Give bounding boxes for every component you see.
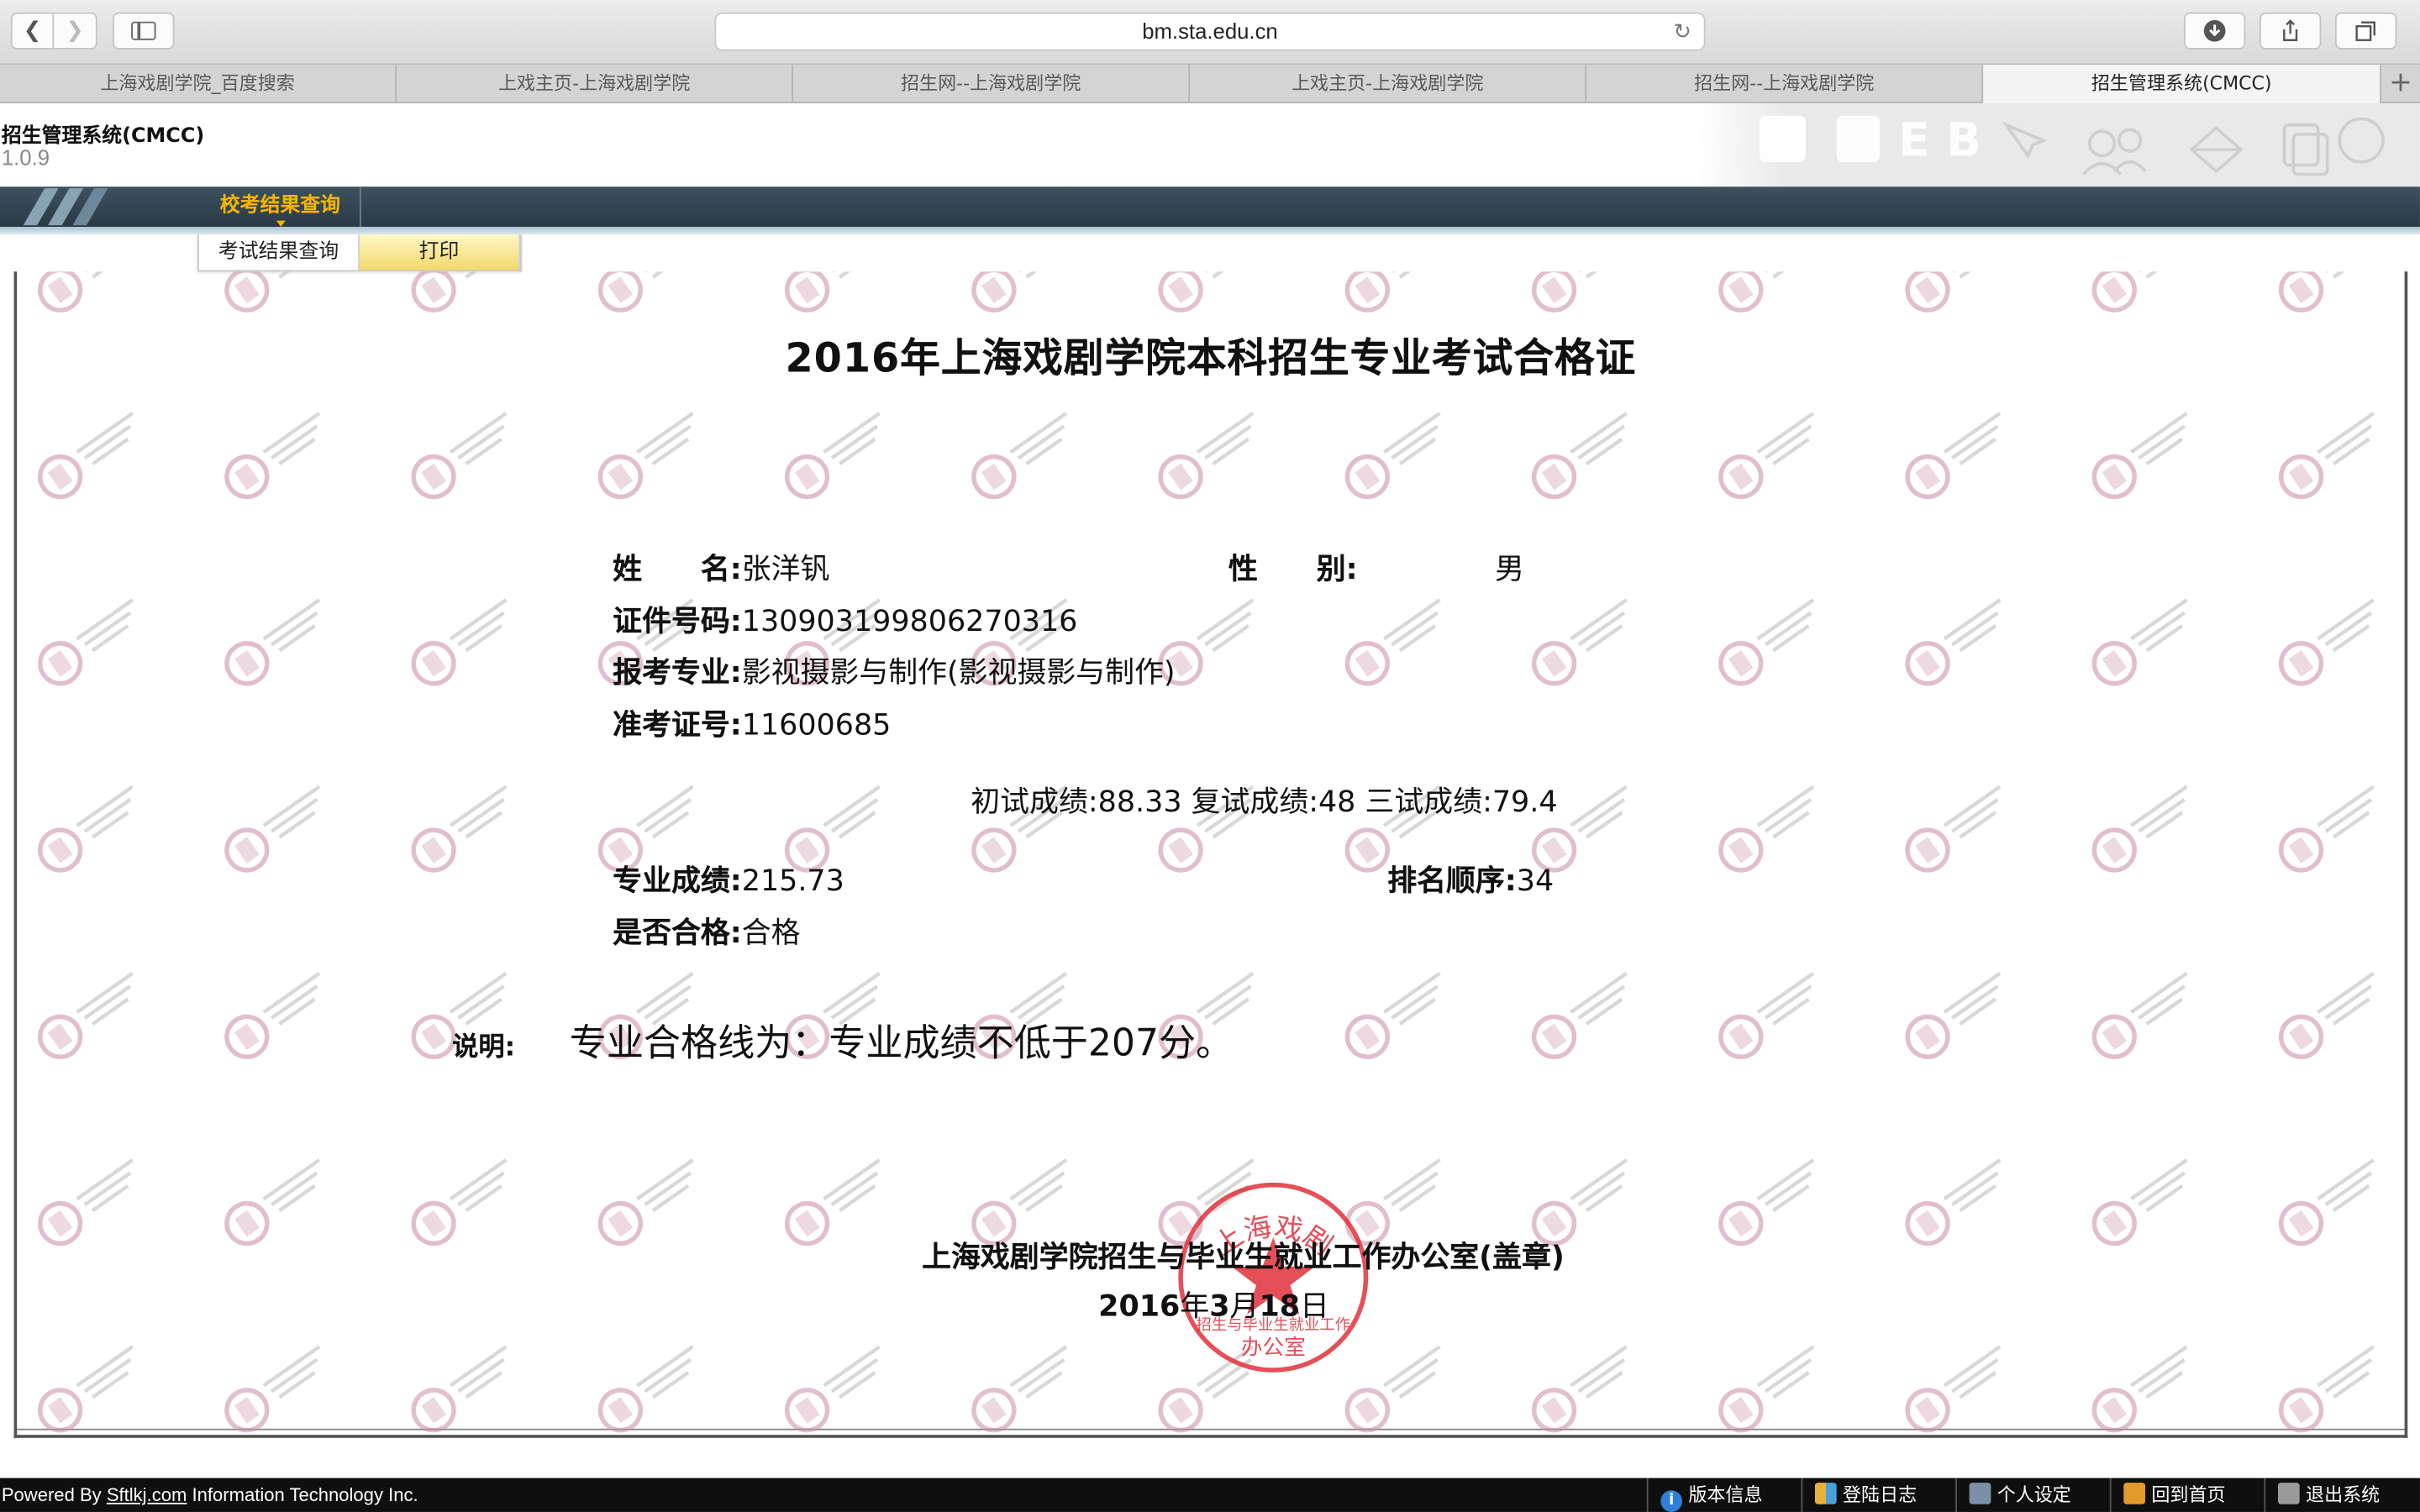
footer-bar: Powered By Sftlkj.com Information Techno… bbox=[0, 1478, 2420, 1512]
ticket-label: 准考证号: bbox=[613, 708, 742, 743]
url-text: bm.sta.edu.cn bbox=[1142, 18, 1278, 44]
new-tab-button[interactable]: + bbox=[2381, 65, 2420, 103]
share-icon bbox=[2283, 19, 2298, 41]
main-nav-bar: 校考结果查询 bbox=[0, 186, 2420, 227]
tab-bar: 上海戏剧学院_百度搜索 上戏主页-上海戏剧学院 招生网--上海戏剧学院 上戏主页… bbox=[0, 65, 2420, 104]
date-day-unit: 日 bbox=[1300, 1289, 1329, 1324]
rank-row: 排名顺序:34 bbox=[1387, 858, 1554, 900]
major-row: 报考专业:影视摄影与制作(影视摄影与制作) bbox=[613, 649, 1175, 691]
home-button[interactable]: 回到首页 bbox=[2109, 1478, 2226, 1512]
id-row: 证件号码:130903199806270316 bbox=[613, 599, 1077, 641]
date-month-unit: 月 bbox=[1229, 1289, 1260, 1324]
reload-icon[interactable]: ↻ bbox=[1673, 14, 1691, 50]
date-day: 18 bbox=[1259, 1289, 1301, 1324]
id-value: 130903199806270316 bbox=[741, 604, 1078, 639]
subnav-print[interactable]: 打印 bbox=[359, 234, 520, 270]
name-label: 姓 名: bbox=[613, 552, 742, 586]
ticket-value: 11600685 bbox=[741, 708, 892, 743]
logout-label: 退出系统 bbox=[2306, 1483, 2381, 1506]
tabs-icon bbox=[2355, 21, 2375, 41]
official-seal: 上海戏剧 招生与毕业生就业工作 办公室 bbox=[1178, 1182, 1369, 1373]
name-row: 姓 名:张洋钒 bbox=[613, 546, 829, 588]
seal-text-last: 办公室 bbox=[1241, 1336, 1306, 1361]
back-button[interactable]: ❮ bbox=[10, 12, 55, 50]
user-settings-icon bbox=[1969, 1483, 1991, 1504]
tab-overview-button[interactable] bbox=[2334, 12, 2397, 50]
powered-prefix: Powered By bbox=[1, 1483, 107, 1506]
caret-down-icon bbox=[276, 220, 286, 227]
nav-underline bbox=[0, 226, 2420, 235]
forward-button[interactable]: ❯ bbox=[54, 12, 97, 50]
pro-score-label: 专业成绩: bbox=[613, 864, 742, 898]
info-icon: i bbox=[1660, 1490, 1683, 1512]
note-text: 专业合格线为：专业成绩不低于207分。 bbox=[569, 1021, 1234, 1065]
gender-row: 性 别: 男 bbox=[1228, 546, 1524, 588]
login-log-button[interactable]: 登陆日志 bbox=[1801, 1478, 1917, 1512]
browser-tab[interactable]: 招生网--上海戏剧学院 bbox=[793, 65, 1191, 104]
chevron-right-icon: ❯ bbox=[66, 18, 84, 44]
share-button[interactable] bbox=[2259, 12, 2322, 50]
chevron-left-icon: ❮ bbox=[23, 18, 42, 44]
issuing-office: 上海戏剧学院招生与毕业生就业工作办公室(盖章) bbox=[922, 1240, 1565, 1275]
home-label: 回到首页 bbox=[2151, 1483, 2226, 1506]
download-icon bbox=[2203, 19, 2226, 42]
browser-tab-active[interactable]: 招生管理系统(CMCC) bbox=[1983, 65, 2382, 104]
major-value: 影视摄影与制作(影视摄影与制作) bbox=[741, 655, 1176, 690]
sub-nav: 考试结果查询 打印 bbox=[197, 234, 522, 272]
certificate-frame: 2016年上海戏剧学院本科招生专业考试合格证 姓 名:张洋钒 性 别: 男 证件号… bbox=[13, 271, 2408, 1438]
sidebar-icon bbox=[131, 21, 156, 40]
rank-value: 34 bbox=[1516, 864, 1555, 898]
id-label: 证件号码: bbox=[613, 604, 742, 639]
address-bar[interactable]: bm.sta.edu.cn ↻ bbox=[714, 12, 1706, 51]
date-year: 2016 bbox=[1098, 1289, 1181, 1324]
pro-score-row: 专业成绩:215.73 bbox=[613, 858, 844, 900]
logout-button[interactable]: 退出系统 bbox=[2264, 1478, 2380, 1512]
gender-value: 男 bbox=[1495, 552, 1524, 586]
downloads-button[interactable] bbox=[2183, 12, 2246, 50]
gender-label: 性 别: bbox=[1228, 552, 1358, 586]
ticket-row: 准考证号:11600685 bbox=[613, 702, 891, 744]
rank-label: 排名顺序: bbox=[1387, 864, 1517, 898]
header-banner-art: E B bbox=[1697, 103, 2420, 187]
browser-tab[interactable]: 上戏主页-上海戏剧学院 bbox=[397, 65, 794, 104]
date-month: 3 bbox=[1209, 1289, 1230, 1324]
personal-settings-button[interactable]: 个人设定 bbox=[1955, 1478, 2071, 1512]
name-value: 张洋钒 bbox=[741, 552, 830, 586]
major-label: 报考专业: bbox=[613, 655, 742, 690]
vendor-link[interactable]: Sftlkj.com bbox=[107, 1484, 187, 1506]
round-scores: 初试成绩:88.33 复试成绩:48 三试成绩:79.4 bbox=[971, 785, 1558, 820]
note-label: 说明: bbox=[452, 1032, 516, 1063]
pro-score-value: 215.73 bbox=[741, 864, 844, 898]
subnav-exam-query[interactable]: 考试结果查询 bbox=[199, 234, 360, 270]
browser-tab[interactable]: 上海戏剧学院_百度搜索 bbox=[0, 65, 397, 104]
version-info-label: 版本信息 bbox=[1688, 1483, 1763, 1506]
browser-toolbar: ❮ ❯ bm.sta.edu.cn ↻ bbox=[0, 0, 2420, 66]
powered-by: Powered By Sftlkj.com Information Techno… bbox=[2, 1478, 418, 1512]
logout-icon bbox=[2277, 1483, 2300, 1504]
login-log-label: 登陆日志 bbox=[1843, 1483, 1918, 1506]
screen: ❮ ❯ bm.sta.edu.cn ↻ 上海戏剧学院_百度搜索 上戏主页-上海戏… bbox=[0, 0, 2420, 1512]
app-title: 招生管理系统(CMCC) bbox=[1, 124, 205, 149]
date-year-unit: 年 bbox=[1180, 1289, 1210, 1324]
pass-label: 是否合格: bbox=[613, 916, 742, 951]
home-icon bbox=[2123, 1483, 2146, 1504]
personal-settings-label: 个人设定 bbox=[1996, 1483, 2071, 1506]
certificate-title: 2016年上海戏剧学院本科招生专业考试合格证 bbox=[785, 336, 1637, 383]
app-version: 1.0.9 bbox=[1, 144, 50, 171]
certificate: 2016年上海戏剧学院本科招生专业考试合格证 姓 名:张洋钒 性 别: 男 证件号… bbox=[17, 271, 2404, 1435]
browser-tab[interactable]: 招生网--上海戏剧学院 bbox=[1586, 65, 1984, 104]
sidebar-toggle-button[interactable] bbox=[113, 12, 175, 50]
pass-value: 合格 bbox=[741, 916, 801, 951]
pass-row: 是否合格:合格 bbox=[613, 911, 800, 953]
users-icon bbox=[1814, 1483, 1837, 1504]
certificate-date: 2016年3月18日 bbox=[17, 1284, 2404, 1326]
powered-suffix: Information Technology Inc. bbox=[187, 1483, 418, 1506]
browser-tab[interactable]: 上戏主页-上海戏剧学院 bbox=[1190, 65, 1587, 104]
app-header: 招生管理系统(CMCC) 1.0.9 E B bbox=[0, 103, 2420, 187]
version-info-button[interactable]: i 版本信息 bbox=[1646, 1478, 1763, 1512]
